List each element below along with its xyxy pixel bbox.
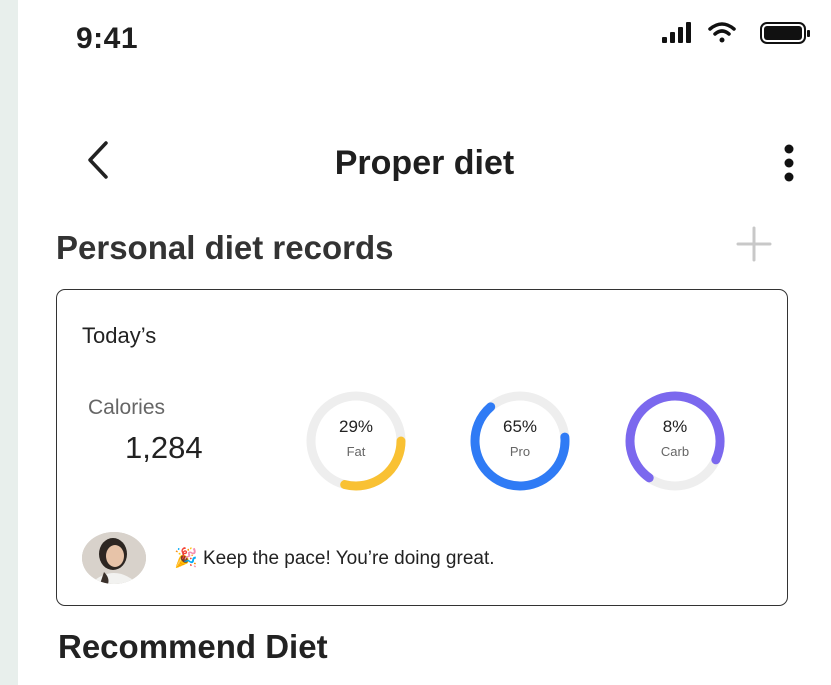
section-title-personal-records: Personal diet records bbox=[56, 229, 394, 266]
more-vertical-icon bbox=[784, 144, 794, 182]
battery-icon bbox=[760, 22, 810, 44]
calories-value: 1,284 bbox=[125, 430, 203, 465]
page-title: Proper diet bbox=[334, 144, 515, 182]
fat-ring: 29% Fat bbox=[302, 387, 410, 495]
today-summary-card[interactable]: Today’s Calories 1,284 29% Fat 65% Pro 8… bbox=[56, 289, 788, 606]
carb-ring: 8% Carb bbox=[621, 387, 729, 495]
card-heading: Today’s bbox=[82, 323, 157, 348]
party-popper-icon: 🎉 bbox=[174, 548, 198, 569]
calories-label: Calories bbox=[88, 396, 166, 419]
motivation-message: 🎉 Keep the pace! You’re doing great. bbox=[174, 546, 495, 570]
signal-icon bbox=[662, 22, 691, 43]
status-icons bbox=[662, 20, 812, 50]
fat-label: Fat bbox=[346, 444, 366, 459]
protein-percent: 65% bbox=[502, 417, 538, 436]
add-record-button[interactable] bbox=[736, 226, 772, 262]
motivation-text: Keep the pace! You’re doing great. bbox=[202, 548, 495, 569]
protein-ring: 65% Pro bbox=[466, 387, 574, 495]
carb-ring-arc bbox=[625, 391, 725, 491]
plus-icon bbox=[736, 226, 772, 262]
section-title-recommend-diet: Recommend Diet bbox=[58, 628, 328, 665]
more-options-button[interactable] bbox=[778, 142, 800, 186]
status-time: 9:41 bbox=[76, 22, 139, 55]
fat-percent: 29% bbox=[338, 417, 374, 436]
avatar bbox=[82, 532, 146, 584]
carb-percent: 8% bbox=[662, 417, 688, 436]
protein-label: Pro bbox=[509, 444, 531, 459]
phone-screen: 9:41 Proper diet Personal diet records T… bbox=[18, 0, 831, 685]
wifi-icon bbox=[708, 22, 736, 43]
carb-label: Carb bbox=[660, 444, 690, 459]
